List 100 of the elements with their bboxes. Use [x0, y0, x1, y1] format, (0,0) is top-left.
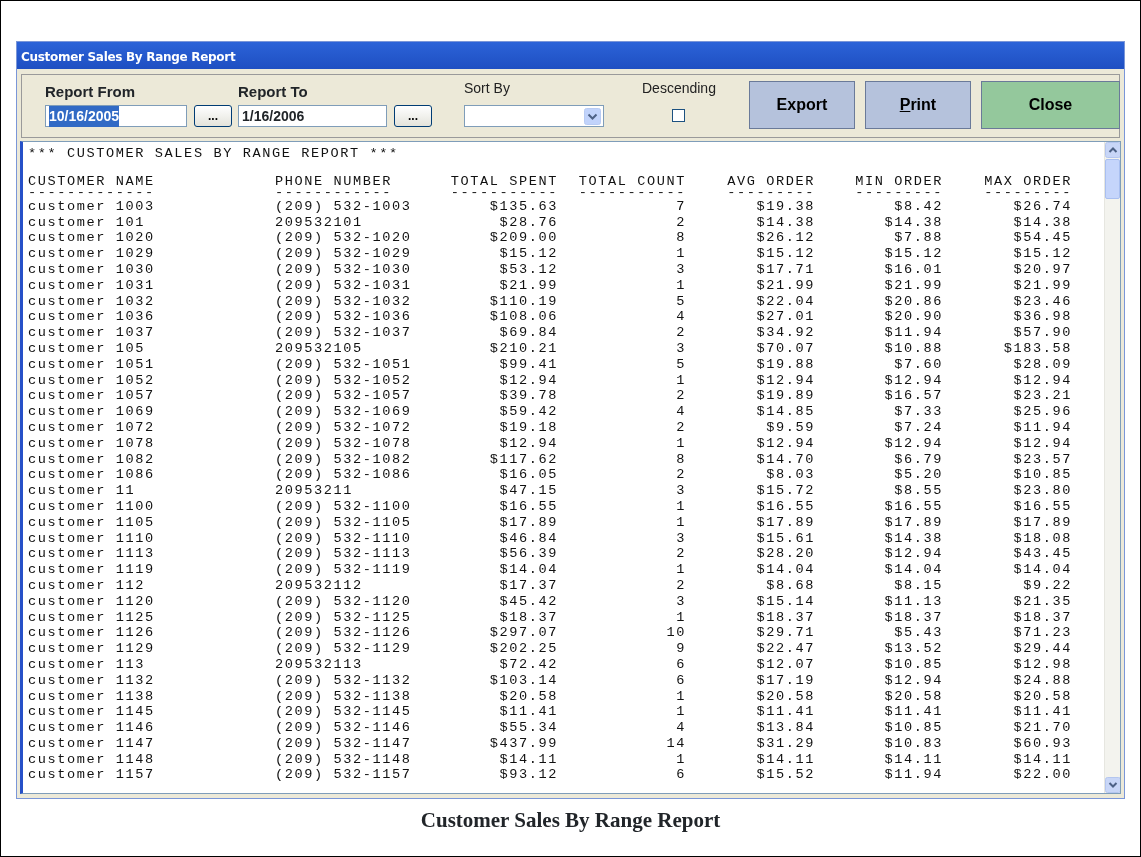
report-cell: $20.58: [884, 688, 943, 704]
report-cell: 2: [676, 325, 686, 341]
report-cell: $26.12: [756, 230, 815, 246]
sort-dropdown[interactable]: [464, 105, 604, 127]
report-cell: $12.94: [1013, 372, 1072, 388]
report-cell: (209) 532-1126: [275, 625, 412, 641]
report-cell: $209.00: [489, 230, 558, 246]
report-cell: customer 1147: [28, 735, 155, 751]
report-cell: customer 1037: [28, 325, 155, 341]
report-cell: customer 1145: [28, 704, 155, 720]
report-cell: $7.60: [894, 356, 943, 372]
report-cell: $45.42: [499, 593, 558, 609]
report-cell: $15.12: [884, 246, 943, 262]
report-cell: $20.86: [884, 293, 943, 309]
report-cell: $9.22: [1023, 577, 1072, 593]
descending-checkbox[interactable]: [672, 109, 686, 122]
report-cell: 1: [676, 277, 686, 293]
report-cell: $10.85: [884, 720, 943, 736]
report-cell: 1: [676, 246, 686, 262]
scroll-up-icon[interactable]: [1105, 142, 1120, 158]
scroll-down-icon[interactable]: [1105, 777, 1120, 793]
picker-button[interactable]: ...: [194, 105, 232, 127]
action-button[interactable]: Export: [748, 81, 855, 129]
field-label: Report To: [238, 82, 309, 102]
report-cell: $14.38: [884, 530, 943, 546]
report-cell: 20953211: [275, 483, 354, 499]
report-cell: $23.21: [1013, 388, 1072, 404]
report-cell: $16.55: [884, 498, 943, 514]
report-cell: (209) 532-1105: [275, 514, 412, 530]
report-cell: $8.03: [766, 467, 815, 483]
report-cell: (209) 532-1145: [275, 704, 412, 720]
report-cell: $7.88: [894, 230, 943, 246]
report-cell: 1: [676, 609, 686, 625]
report-cell: 209532112: [275, 577, 363, 593]
date-field[interactable]: 10/16/2005: [45, 105, 187, 127]
action-button[interactable]: Print: [864, 81, 971, 129]
report-cell: $23.57: [1013, 451, 1072, 467]
report-cell: (209) 532-1113: [275, 546, 412, 562]
report-cell: $28.20: [756, 546, 815, 562]
report-cell: $8.55: [894, 483, 943, 499]
report-cell: $11.94: [1013, 419, 1072, 435]
report-cell: 2: [676, 388, 686, 404]
report-cell: $27.01: [756, 309, 815, 325]
report-cell: $14.04: [884, 562, 943, 578]
report-cell: $22.47: [756, 641, 815, 657]
report-cell: $24.88: [1013, 672, 1072, 688]
report-cell: customer 1120: [28, 593, 155, 609]
report-cell: $15.52: [756, 767, 815, 783]
report-cell: $14.04: [499, 562, 558, 578]
report-cell: $14.11: [884, 751, 943, 767]
report-cell: $21.99: [756, 277, 815, 293]
date-field[interactable]: 1/16/2006: [238, 105, 387, 127]
report-cell: customer 1105: [28, 514, 155, 530]
report-cell: $15.14: [756, 593, 815, 609]
report-cell: (209) 532-1069: [275, 404, 412, 420]
report-cell: $59.42: [499, 404, 558, 420]
report-cell: (209) 532-1036: [275, 309, 412, 325]
report-cell: $56.39: [499, 546, 558, 562]
report-cell: $297.07: [489, 625, 558, 641]
report-cell: $29.71: [756, 625, 815, 641]
report-cell: $22.04: [756, 293, 815, 309]
scrollbar[interactable]: [1104, 142, 1120, 793]
report-cell: $54.45: [1013, 230, 1072, 246]
report-cell: (209) 532-1129: [275, 641, 412, 657]
report-cell: $210.21: [489, 340, 558, 356]
report-cell: $5.43: [894, 625, 943, 641]
report-cell: $11.41: [1013, 704, 1072, 720]
action-button[interactable]: Close: [980, 81, 1120, 129]
report-cell: 2: [676, 546, 686, 562]
scroll-thumb[interactable]: [1105, 159, 1120, 199]
report-cell: $21.99: [1013, 277, 1072, 293]
report-cell: customer 1051: [28, 356, 155, 372]
report-cell: $12.94: [499, 435, 558, 451]
report-cell: (209) 532-1146: [275, 720, 412, 736]
report-cell: $12.94: [884, 546, 943, 562]
report-cell: $6.79: [894, 451, 943, 467]
report-cell: customer 1113: [28, 546, 155, 562]
report-cell: $17.89: [1013, 514, 1072, 530]
picker-button[interactable]: ...: [394, 105, 432, 127]
report-cell: $72.42: [499, 656, 558, 672]
report-cell: customer 1036: [28, 309, 155, 325]
report-cell: $108.06: [489, 309, 558, 325]
report-cell: customer 1126: [28, 625, 155, 641]
report-cell: customer 1146: [28, 720, 155, 736]
report-cell: $46.84: [499, 530, 558, 546]
report-cell: $13.52: [884, 641, 943, 657]
report-cell: $43.45: [1013, 546, 1072, 562]
report-cell: $14.11: [756, 751, 815, 767]
report-cell: (209) 532-1148: [275, 751, 412, 767]
report-cell: $18.37: [499, 609, 558, 625]
report-cell: $14.70: [756, 451, 815, 467]
report-cell: 2: [676, 419, 686, 435]
report-cell: $20.97: [1013, 262, 1072, 277]
report-cell: $202.25: [489, 641, 558, 657]
report-cell: $23.80: [1013, 483, 1072, 499]
report-cell: 3: [676, 530, 686, 546]
report-cell: $93.12: [499, 767, 558, 783]
report-cell: $12.94: [1013, 435, 1072, 451]
figure-caption: Customer Sales By Range Report: [419, 807, 722, 834]
report-cell: 14: [666, 735, 686, 751]
